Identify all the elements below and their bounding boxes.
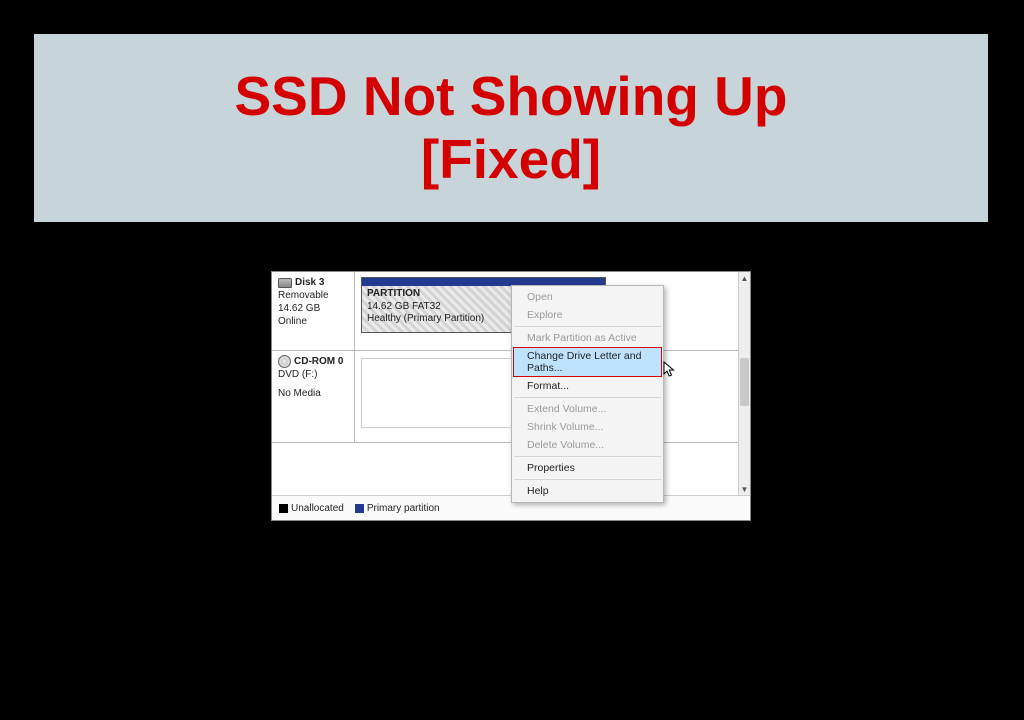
context-menu-separator [514,456,661,457]
legend-primary: Primary partition [355,503,440,514]
context-menu-item[interactable]: Change Drive Letter and Paths... [513,347,662,377]
context-menu-separator [514,326,661,327]
title-text: SSD Not Showing Up[Fixed] [234,65,787,192]
disk-type: DVD (F:) [278,368,350,381]
context-menu-separator [514,397,661,398]
title-banner: SSD Not Showing Up[Fixed] [32,32,990,224]
context-menu-item: Extend Volume... [513,400,662,418]
disk-name: CD-ROM 0 [294,355,343,368]
disk-size: 14.62 GB [278,302,350,315]
context-menu-item[interactable]: Format... [513,377,662,395]
context-menu-item: Open [513,288,662,306]
context-menu-separator [514,479,661,480]
disk-name: Disk 3 [295,276,324,289]
disk-icon [278,278,292,288]
disk-row: Disk 3 Removable 14.62 GB Online PARTITI… [272,272,738,351]
cd-icon [278,355,291,368]
context-menu: OpenExplore Mark Partition as ActiveChang… [511,285,664,503]
disk-status: Online [278,315,350,328]
context-menu-item: Mark Partition as Active [513,329,662,347]
scroll-down-icon[interactable]: ▼ [739,483,750,495]
legend-unallocated-label: Unallocated [291,503,344,514]
legend-primary-label: Primary partition [367,503,440,514]
disk-row: CD-ROM 0 DVD (F:) No Media [272,351,738,443]
swatch-primary [355,504,364,513]
vertical-scrollbar[interactable]: ▲ ▼ [738,272,750,495]
legend-unallocated: Unallocated [279,503,344,514]
context-menu-item: Delete Volume... [513,436,662,454]
disk-status: No Media [278,387,350,400]
disk-list-pane: Disk 3 Removable 14.62 GB Online PARTITI… [272,272,738,495]
disk-info[interactable]: Disk 3 Removable 14.62 GB Online [272,272,355,350]
context-menu-item: Shrink Volume... [513,418,662,436]
scroll-up-icon[interactable]: ▲ [739,272,750,284]
scroll-thumb[interactable] [740,358,749,406]
context-menu-item[interactable]: Properties [513,459,662,477]
swatch-unallocated [279,504,288,513]
disk-info[interactable]: CD-ROM 0 DVD (F:) No Media [272,351,355,442]
context-menu-item: Explore [513,306,662,324]
context-menu-item[interactable]: Help [513,482,662,500]
disk-type: Removable [278,289,350,302]
